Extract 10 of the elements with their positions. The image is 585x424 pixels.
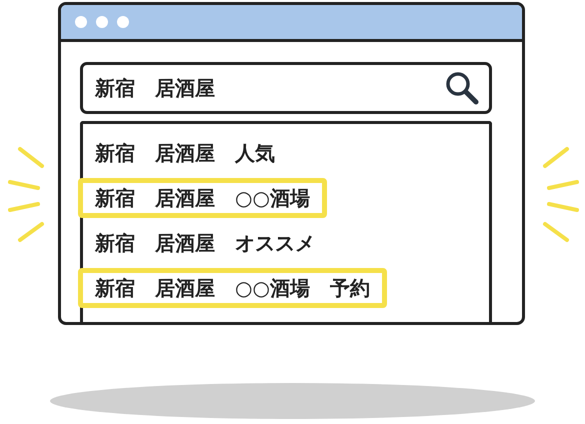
window-dot-icon (96, 16, 108, 28)
suggestion-item[interactable]: 新宿 居酒屋 人気 (78, 133, 292, 173)
suggestion-item[interactable]: 新宿 居酒屋 ○○酒場 (78, 178, 327, 218)
suggestion-item[interactable]: 新宿 居酒屋 オススメ (78, 223, 332, 263)
suggestion-item[interactable]: 新宿 居酒屋 ○○酒場 予約 (78, 268, 387, 308)
window-dot-icon (117, 16, 129, 28)
search-icon[interactable] (445, 71, 479, 105)
search-query-text: 新宿 居酒屋 (95, 74, 216, 102)
search-field[interactable]: 新宿 居酒屋 (80, 62, 492, 114)
window-dot-icon (75, 16, 87, 28)
